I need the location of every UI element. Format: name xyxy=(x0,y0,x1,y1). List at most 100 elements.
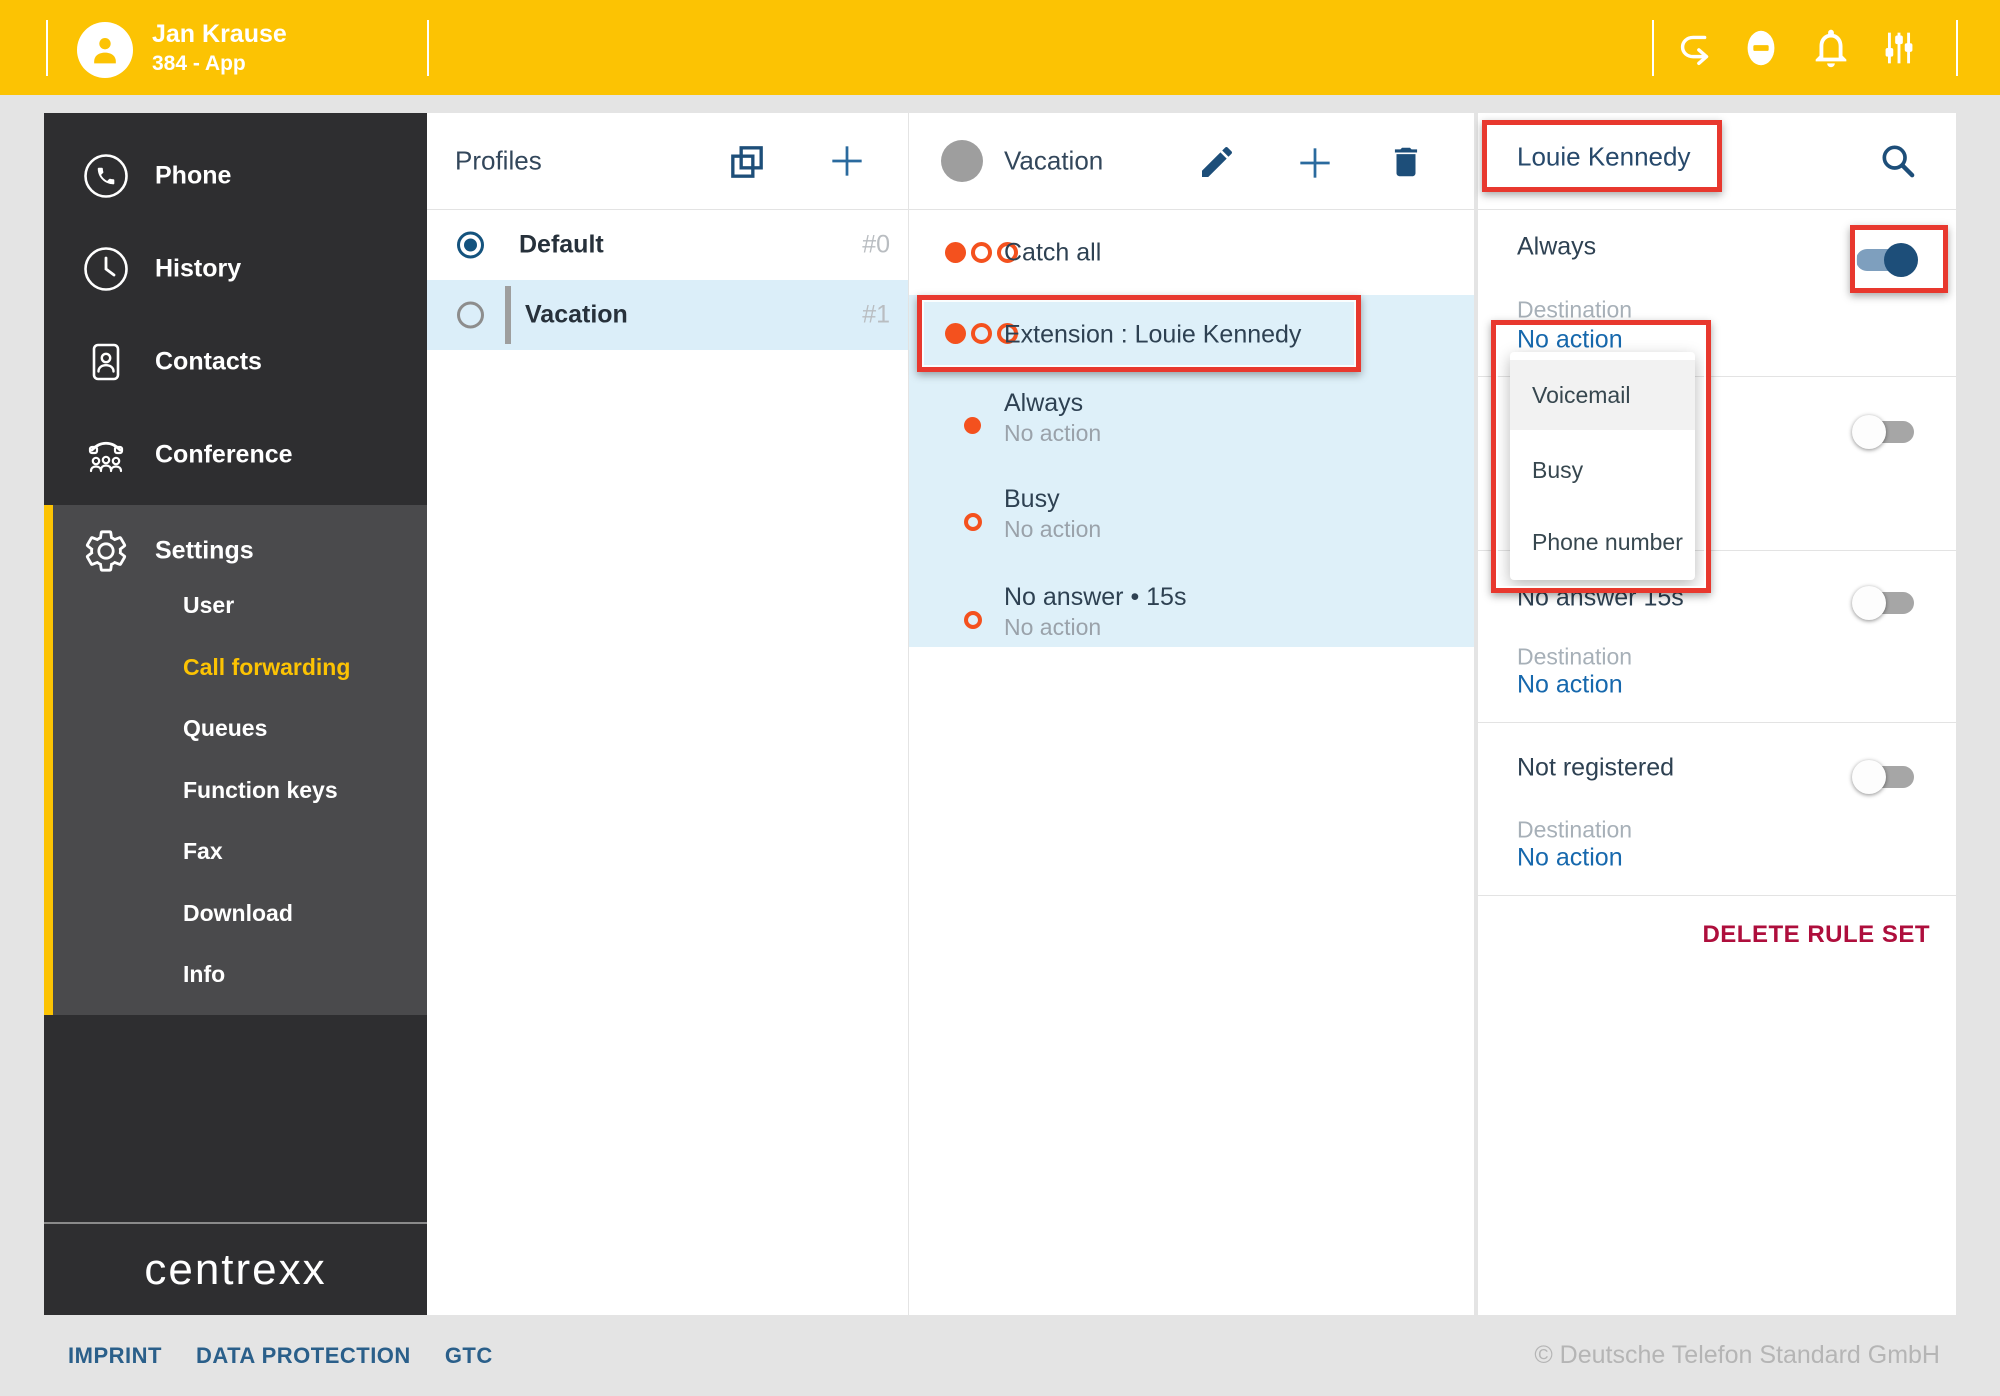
sidebar-item-fax[interactable]: Fax xyxy=(183,829,223,873)
sub-item-label: Queues xyxy=(183,715,267,742)
edit-cursor-bar xyxy=(505,286,511,344)
tune-icon[interactable] xyxy=(1876,25,1922,71)
condition-label: Always xyxy=(1004,389,1083,418)
condition-active-dot-icon xyxy=(964,417,981,434)
gtc-link[interactable]: GTC xyxy=(445,1343,493,1369)
sub-item-label: Download xyxy=(183,900,293,927)
footer: IMPRINT DATA PROTECTION GTC © Deutsche T… xyxy=(0,1315,2000,1396)
ruleset-header: Vacation xyxy=(909,113,1474,210)
ruleset-panel: Vacation Catch all Extensio xyxy=(909,113,1474,1315)
sidebar-item-info[interactable]: Info xyxy=(183,952,225,996)
user-extension: 384 - App xyxy=(152,52,246,76)
edit-icon[interactable] xyxy=(1197,142,1237,182)
rule-row-extension[interactable]: Extension : Louie Kennedy xyxy=(909,295,1474,372)
sidebar: Phone History Contacts xyxy=(44,113,427,1315)
section-divider xyxy=(1478,722,1956,723)
sub-item-label: Function keys xyxy=(183,777,338,804)
profile-label: Default xyxy=(519,231,604,260)
profiles-title: Profiles xyxy=(455,146,542,177)
destination-value-link[interactable]: No action xyxy=(1517,844,1623,873)
phone-icon xyxy=(82,152,130,200)
ruleset-profile-name: Vacation xyxy=(1004,146,1103,177)
sidebar-item-user[interactable]: User xyxy=(183,583,234,627)
sidebar-item-phone[interactable]: Phone xyxy=(44,145,427,207)
sub-item-label: Call forwarding xyxy=(183,654,350,681)
history-icon xyxy=(82,245,130,293)
condition-sub: No action xyxy=(1004,614,1101,641)
copy-profile-icon[interactable] xyxy=(727,142,767,182)
destination-dropdown: Voicemail Busy Phone number xyxy=(1510,352,1695,580)
destination-label: Destination xyxy=(1517,644,1632,671)
condition-row-no-answer[interactable]: No answer • 15s No action xyxy=(909,583,1474,653)
footer-links: IMPRINT DATA PROTECTION GTC xyxy=(68,1343,493,1369)
destination-label: Destination xyxy=(1517,297,1632,324)
condition-inactive-dot-icon xyxy=(964,611,982,629)
imprint-link[interactable]: IMPRINT xyxy=(68,1343,162,1369)
profile-number: #0 xyxy=(862,231,890,260)
sidebar-item-history[interactable]: History xyxy=(44,238,427,300)
condition-sub: No action xyxy=(1004,420,1101,447)
dropdown-option-phone-number[interactable]: Phone number xyxy=(1510,507,1695,577)
details-header: Louie Kennedy xyxy=(1478,113,1956,210)
profile-status-icon xyxy=(941,140,983,182)
always-toggle[interactable] xyxy=(1856,249,1914,271)
delete-rule-set-button[interactable]: DELETE RULE SET xyxy=(1702,921,1930,949)
sidebar-item-settings[interactable]: Settings xyxy=(44,520,427,582)
profiles-header: Profiles xyxy=(427,113,908,210)
rule-row-catch-all[interactable]: Catch all xyxy=(909,210,1474,295)
destination-value-link[interactable]: No action xyxy=(1517,326,1623,355)
condition-sub: No action xyxy=(1004,516,1101,543)
dropdown-option-voicemail[interactable]: Voicemail xyxy=(1510,360,1695,430)
app-window: Jan Krause 384 - App xyxy=(0,0,2000,1396)
call-forward-icon[interactable] xyxy=(1673,25,1719,71)
profile-row-default[interactable]: Default #0 xyxy=(427,210,908,280)
topbar-divider xyxy=(427,20,429,76)
condition-row-busy[interactable]: Busy No action xyxy=(909,485,1474,555)
sidebar-item-call-forwarding[interactable]: Call forwarding xyxy=(183,645,350,689)
sub-item-label: Fax xyxy=(183,838,223,865)
condition-row-always[interactable]: Always No action xyxy=(909,389,1474,459)
notifications-icon[interactable] xyxy=(1808,25,1854,71)
delete-profile-icon[interactable] xyxy=(1387,143,1425,181)
sidebar-item-label: Contacts xyxy=(155,348,262,377)
section-label-always: Always xyxy=(1517,233,1596,262)
sidebar-item-function-keys[interactable]: Function keys xyxy=(183,768,338,812)
do-not-disturb-icon[interactable] xyxy=(1738,25,1784,71)
topbar-divider xyxy=(46,20,48,76)
section-divider xyxy=(1478,895,1956,896)
topbar-divider xyxy=(1956,20,1958,76)
not-registered-toggle[interactable] xyxy=(1856,766,1914,788)
rule-details-panel: Louie Kennedy Always Destination No acti… xyxy=(1478,113,1956,1315)
sub-item-label: User xyxy=(183,592,234,619)
topbar: Jan Krause 384 - App xyxy=(0,0,2000,95)
profile-row-vacation[interactable]: Vacation #1 xyxy=(427,280,908,350)
sub-item-label: Info xyxy=(183,961,225,988)
sidebar-item-conference[interactable]: Conference xyxy=(44,424,427,486)
rule-set-title: Louie Kennedy xyxy=(1517,142,1690,173)
destination-value-link[interactable]: No action xyxy=(1517,671,1623,700)
sidebar-item-contacts[interactable]: Contacts xyxy=(44,331,427,393)
no-answer-toggle[interactable] xyxy=(1856,592,1914,614)
avatar[interactable] xyxy=(77,22,133,78)
radio-selected-icon[interactable] xyxy=(457,232,484,259)
destination-label: Destination xyxy=(1517,817,1632,844)
sidebar-settings-section: Settings User Call forwarding Queues Fun… xyxy=(44,505,427,1015)
contacts-icon xyxy=(82,338,130,386)
rule-label: Catch all xyxy=(1004,238,1101,267)
search-icon[interactable] xyxy=(1878,141,1918,181)
sidebar-item-download[interactable]: Download xyxy=(183,891,293,935)
sidebar-item-label: Conference xyxy=(155,441,293,470)
condition-label: Busy xyxy=(1004,485,1060,514)
user-name: Jan Krause xyxy=(152,20,287,49)
radio-unselected-icon[interactable] xyxy=(457,302,484,329)
busy-toggle[interactable] xyxy=(1856,421,1914,443)
condition-inactive-dot-icon xyxy=(964,513,982,531)
dropdown-option-busy[interactable]: Busy xyxy=(1510,435,1695,505)
data-protection-link[interactable]: DATA PROTECTION xyxy=(196,1343,411,1369)
add-rule-icon[interactable] xyxy=(1293,141,1337,185)
conference-icon xyxy=(82,431,130,479)
add-profile-icon[interactable] xyxy=(825,139,869,183)
sidebar-item-queues[interactable]: Queues xyxy=(183,706,267,750)
sidebar-item-label: Settings xyxy=(155,537,254,566)
copyright-text: © Deutsche Telefon Standard GmbH xyxy=(1534,1341,1940,1370)
